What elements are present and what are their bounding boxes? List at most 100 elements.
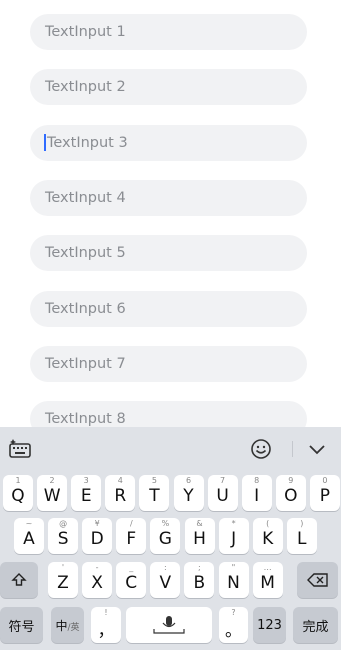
key-label: ，	[97, 620, 115, 641]
keyboard-settings-icon[interactable]	[8, 438, 32, 460]
key-o[interactable]: 9O	[275, 475, 306, 511]
key-f[interactable]: / F	[116, 518, 147, 554]
key-label: 符号	[8, 619, 35, 635]
text-input-8[interactable]: TextInput 8	[30, 401, 307, 427]
key-label: U	[216, 486, 229, 506]
key-r[interactable]: 4R	[105, 475, 136, 511]
key-label: T	[149, 486, 160, 506]
key-x[interactable]: -X	[82, 562, 113, 598]
key-a[interactable]: ~ A	[14, 518, 44, 554]
key-v[interactable]: :V	[150, 562, 181, 598]
key-c[interactable]: _ C	[116, 562, 147, 598]
key-hint: …	[263, 563, 272, 572]
key-m[interactable]: … M	[252, 562, 283, 598]
comma-key[interactable]: !，	[91, 607, 121, 643]
key-label: W	[43, 486, 61, 506]
key-q[interactable]: 1Q	[3, 475, 33, 511]
key-hint: 4	[117, 476, 123, 485]
key-l[interactable]: ) L	[286, 518, 317, 554]
text-input-3[interactable]: TextInput 3	[30, 124, 307, 161]
key-hint: "	[231, 563, 236, 572]
key-label: P	[319, 486, 331, 506]
text-input-placeholder: TextInput 6	[45, 300, 126, 317]
key-e[interactable]: 3E	[71, 475, 102, 511]
key-hint: 5	[151, 476, 157, 485]
key-w[interactable]: 2W	[37, 475, 68, 511]
key-hint: 2	[49, 476, 55, 485]
chevron-down-icon[interactable]	[306, 440, 328, 458]
key-hint: 6	[185, 476, 192, 485]
key-label: G	[158, 529, 172, 549]
numbers-key[interactable]: 123	[253, 607, 286, 643]
key-t[interactable]: 5T	[139, 475, 170, 511]
key-label: V	[159, 573, 172, 593]
microphone-icon	[153, 616, 185, 634]
key-p[interactable]: 0P	[309, 475, 340, 511]
key-label: F	[126, 529, 137, 549]
text-input-placeholder: TextInput 8	[45, 411, 126, 427]
key-hint: )	[300, 519, 304, 528]
key-hint: ;	[198, 563, 201, 572]
space-key[interactable]	[126, 607, 212, 643]
key-hint: /	[129, 519, 133, 528]
text-input-7[interactable]: TextInput 7	[30, 345, 307, 382]
key-b[interactable]: ; B	[184, 562, 215, 598]
key-label: C	[125, 573, 138, 593]
language-switch-key[interactable]: 中/英	[51, 607, 84, 643]
done-key[interactable]: 完成	[293, 607, 338, 643]
text-input-5[interactable]: TextInput 5	[30, 235, 307, 272]
key-g[interactable]: % G	[150, 518, 181, 554]
key-label: B	[193, 573, 206, 593]
key-s[interactable]: @ S	[48, 518, 79, 554]
key-label: I	[254, 486, 260, 506]
key-hint: 7	[220, 476, 226, 485]
key-label: M	[260, 573, 275, 593]
text-input-1[interactable]: TextInput 1	[30, 14, 307, 50]
key-y[interactable]: 6Y	[173, 475, 204, 511]
text-input-4[interactable]: TextInput 4	[30, 179, 307, 216]
key-z[interactable]: ' Z	[48, 562, 78, 598]
emoji-icon[interactable]	[250, 438, 272, 460]
backspace-key[interactable]	[297, 562, 338, 598]
key-n[interactable]: " N	[218, 562, 249, 598]
key-label: K	[262, 529, 274, 549]
key-h[interactable]: & H	[184, 518, 215, 554]
key-d[interactable]: ¥ D	[82, 518, 113, 554]
key-label: N	[227, 573, 240, 593]
key-hint: 3	[83, 476, 89, 485]
key-label: 。	[225, 620, 242, 641]
key-hint: 9	[288, 476, 294, 485]
key-hint: 8	[254, 476, 260, 485]
key-label: 123	[257, 617, 282, 633]
key-j[interactable]: * J	[218, 518, 249, 554]
key-label: O	[284, 486, 298, 506]
text-input-placeholder: TextInput 3	[47, 134, 128, 151]
text-input-placeholder: TextInput 5	[45, 245, 126, 262]
key-hint: &	[196, 519, 203, 528]
key-hint: !	[104, 608, 108, 617]
soft-keyboard: 1 Q 2 W 3 E 4 R 5 T 6 Y 7 U 8 I 9 O 0 P ~ A @ S ¥ D / F% G & H * J(K) L ' Z…	[0, 427, 341, 650]
text-input-2[interactable]: TextInput 2	[30, 69, 307, 106]
key-label: D	[90, 529, 104, 549]
key-hint: (	[266, 519, 270, 528]
key-label: 完成	[302, 619, 329, 635]
key-label: L	[297, 529, 307, 549]
key-label: A	[23, 529, 35, 549]
key-u[interactable]: 7U	[207, 475, 238, 511]
period-key[interactable]: ?。	[219, 607, 248, 643]
backspace-icon	[306, 573, 328, 587]
key-hint: 0	[322, 476, 328, 485]
key-label: Z	[57, 573, 69, 593]
key-i[interactable]: 8I	[241, 475, 272, 511]
key-hint: ¥	[94, 519, 100, 528]
text-input-placeholder: TextInput 7	[45, 355, 126, 372]
symbols-key[interactable]: 符号	[0, 607, 43, 643]
shift-key[interactable]	[0, 562, 38, 598]
key-label: H	[193, 529, 206, 549]
key-label: E	[80, 486, 92, 506]
lang-main: 中	[55, 618, 68, 633]
text-input-6[interactable]: TextInput 6	[30, 290, 307, 327]
key-label: S	[57, 529, 69, 549]
key-hint: ~	[25, 519, 33, 528]
key-k[interactable]: (K	[252, 518, 283, 554]
